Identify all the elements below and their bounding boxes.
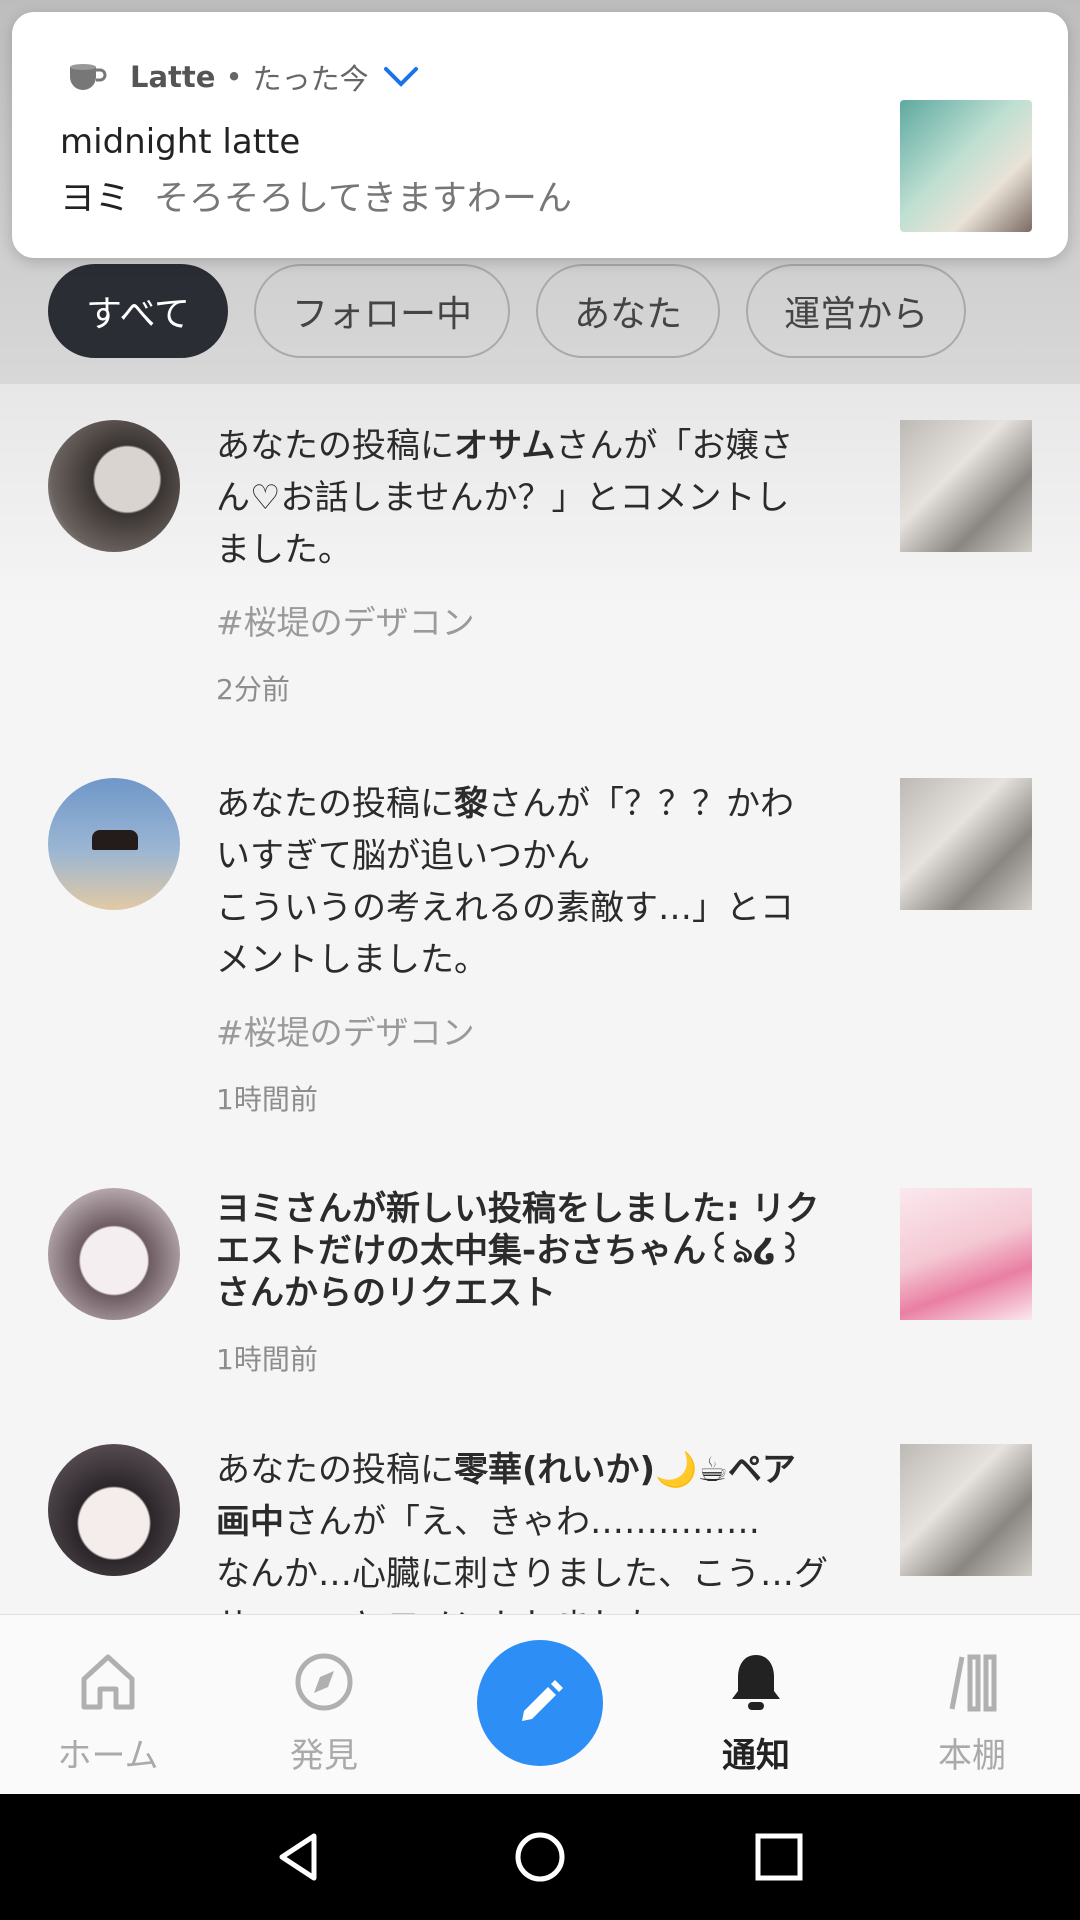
bookshelf-icon: [949, 1654, 997, 1712]
item-hashtag[interactable]: #桜堤のデザコン: [216, 596, 856, 644]
filter-tabs: すべて フォロー中 あなた 運営から: [48, 264, 967, 360]
notification-text: そろそろしてきますわーん: [154, 179, 572, 219]
item-content: あなたの投稿に零華(れいか)🌙☕ペア 画中さんが「え、きゃわ…………… なんか……: [216, 1444, 856, 1614]
notification-sender: ヨミ: [60, 179, 131, 219]
item-message: あなたの投稿にオサムさんが「お嬢さ ん♡お話しませんか？」とコメントし ました。: [216, 426, 794, 570]
bottom-navigation: ホーム 発見 通知 本棚: [0, 1614, 1080, 1795]
nav-home-label: ホーム: [57, 1736, 159, 1776]
nav-home[interactable]: ホーム: [28, 1651, 188, 1777]
item-time: 1時間前: [216, 1343, 318, 1376]
nav-notifications[interactable]: 通知: [676, 1651, 836, 1777]
system-navigation-bar: [0, 1794, 1080, 1920]
notification-title: midnight latte: [60, 122, 301, 162]
item-time: 1時間前: [216, 1083, 318, 1116]
notification-time: たった今: [252, 62, 369, 96]
item-message: あなたの投稿に黎さんが「？？？かわ いすぎて脳が追いつかん こういうの考えれるの…: [216, 784, 794, 980]
filter-following[interactable]: フォロー中: [254, 264, 511, 358]
avatar[interactable]: [48, 1188, 180, 1320]
bell-icon: [732, 1655, 780, 1710]
avatar[interactable]: [48, 1444, 180, 1576]
avatar[interactable]: [48, 778, 180, 910]
home-circle-icon[interactable]: [513, 1830, 567, 1884]
filter-official[interactable]: 運営から: [746, 264, 967, 358]
nav-discover[interactable]: 発見: [244, 1651, 404, 1777]
item-hashtag[interactable]: #桜堤のデザコン: [216, 1006, 856, 1054]
filter-you[interactable]: あなた: [536, 264, 721, 358]
item-content: ヨミさんが新しい投稿をしました: リク エストだけの太中集-おさちゃん꒰ঌ໒꒱ …: [216, 1188, 856, 1378]
notification-thumbnail: [900, 100, 1032, 232]
notification-list[interactable]: あなたの投稿にオサムさんが「お嬢さ ん♡お話しませんか？」とコメントし ました。…: [0, 384, 1080, 1614]
item-content: あなたの投稿に黎さんが「？？？かわ いすぎて脳が追いつかん こういうの考えれるの…: [216, 778, 856, 1118]
item-user: オサム: [454, 426, 556, 466]
post-thumbnail[interactable]: [900, 420, 1032, 552]
push-notification[interactable]: Latte • たった今 midnight latte ヨミ そろそろしてきますわ…: [12, 12, 1068, 258]
avatar[interactable]: [48, 420, 180, 552]
item-user: 黎: [454, 784, 488, 824]
item-content: あなたの投稿にオサムさんが「お嬢さ ん♡お話しませんか？」とコメントし ました。…: [216, 420, 856, 708]
notification-header: Latte • たった今: [66, 56, 421, 98]
back-icon[interactable]: [272, 1830, 326, 1884]
nav-bookshelf[interactable]: 本棚: [892, 1651, 1052, 1777]
post-thumbnail[interactable]: [900, 778, 1032, 910]
item-message: あなたの投稿に零華(れいか)🌙☕ペア 画中さんが「え、きゃわ…………… なんか……: [216, 1450, 828, 1614]
item-message: ヨミさんが新しい投稿をしました: リク エストだけの太中集-おさちゃん꒰ঌ໒꒱ …: [216, 1189, 820, 1313]
recents-icon[interactable]: [752, 1830, 806, 1884]
post-thumbnail[interactable]: [900, 1188, 1032, 1320]
notification-app-name: Latte: [130, 60, 216, 94]
nav-bookshelf-label: 本棚: [938, 1736, 1006, 1776]
notification-body: ヨミ そろそろしてきますわーん: [60, 170, 572, 221]
notification-separator: •: [225, 60, 243, 94]
cup-icon: [70, 64, 107, 90]
post-thumbnail[interactable]: [900, 1444, 1032, 1576]
chevron-down-icon[interactable]: [381, 64, 421, 90]
compose-button[interactable]: [477, 1640, 603, 1766]
nav-discover-label: 発見: [290, 1736, 358, 1776]
filter-all[interactable]: すべて: [48, 264, 229, 358]
item-time: 2分前: [216, 673, 290, 706]
compass-icon: [295, 1653, 353, 1711]
home-icon: [81, 1654, 135, 1710]
nav-notifications-label: 通知: [722, 1736, 790, 1776]
pencil-icon: [522, 1680, 563, 1721]
